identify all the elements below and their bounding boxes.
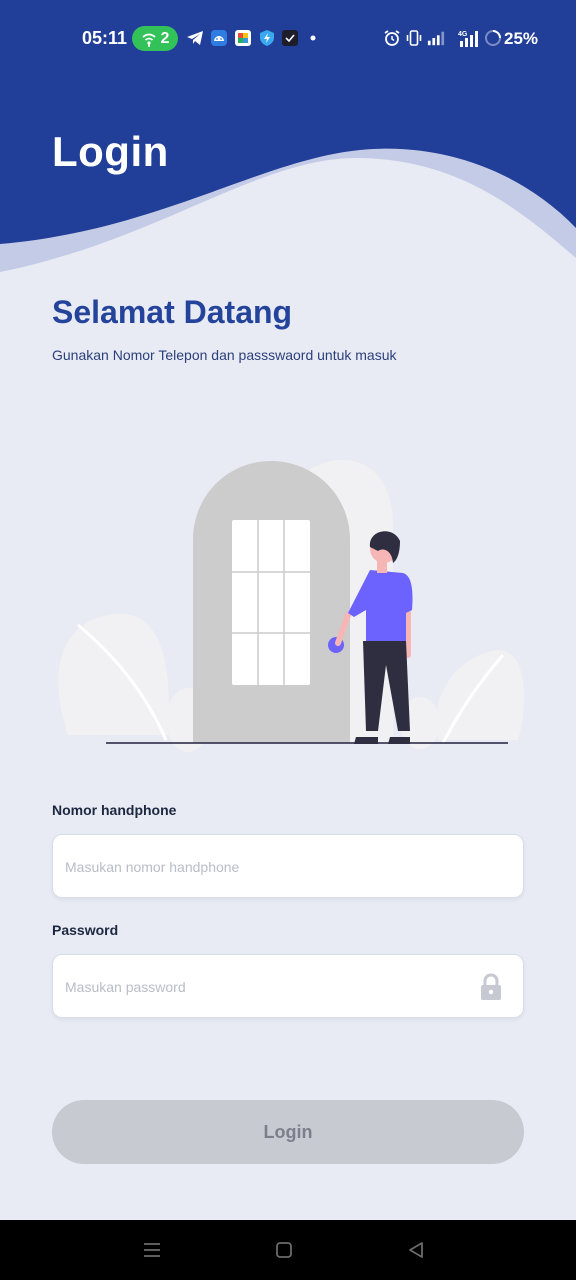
right-leaf-shape [436, 650, 524, 740]
svg-text:4G: 4G [458, 31, 468, 38]
status-bar: 05:11 2 4G 25% [0, 0, 576, 78]
phone-label: Nomor handphone [52, 802, 177, 818]
login-illustration [58, 460, 524, 752]
dot-icon [304, 29, 322, 47]
status-time: 05:11 [82, 28, 128, 48]
login-button[interactable]: Login [52, 1100, 524, 1164]
check-app-icon [281, 29, 299, 47]
vibrate-icon [405, 29, 423, 47]
phone-input[interactable] [63, 835, 467, 899]
door-window [232, 520, 310, 685]
signal-4g-icon: 4G [456, 29, 482, 47]
password-label: Password [52, 922, 119, 938]
battery-ring-icon [484, 29, 502, 47]
shield-icon [258, 29, 276, 47]
back-icon[interactable] [404, 1238, 428, 1262]
signal-icon [427, 29, 445, 47]
welcome-subtitle: Gunakan Nomor Telepon dan passswaord unt… [52, 347, 397, 363]
app-icon [234, 29, 252, 47]
battery-percentage: 25% [504, 29, 539, 48]
android-icon [210, 29, 228, 47]
welcome-heading: Selamat Datang [52, 294, 293, 330]
password-input[interactable] [63, 955, 467, 1019]
telegram-icon [186, 29, 204, 47]
alarm-icon [383, 29, 401, 47]
wifi-count: 2 [160, 29, 170, 47]
password-field[interactable] [52, 954, 524, 1019]
wifi-hotspot-badge: 2 [132, 26, 178, 51]
home-icon[interactable] [272, 1238, 296, 1262]
page-title: Login [52, 128, 169, 175]
system-nav-bar [0, 1220, 576, 1280]
lock-icon[interactable] [479, 973, 503, 1001]
wifi-icon [141, 33, 156, 47]
menu-icon[interactable] [140, 1238, 164, 1262]
phone-field[interactable] [52, 834, 524, 899]
left-leaf-shape [58, 613, 169, 735]
